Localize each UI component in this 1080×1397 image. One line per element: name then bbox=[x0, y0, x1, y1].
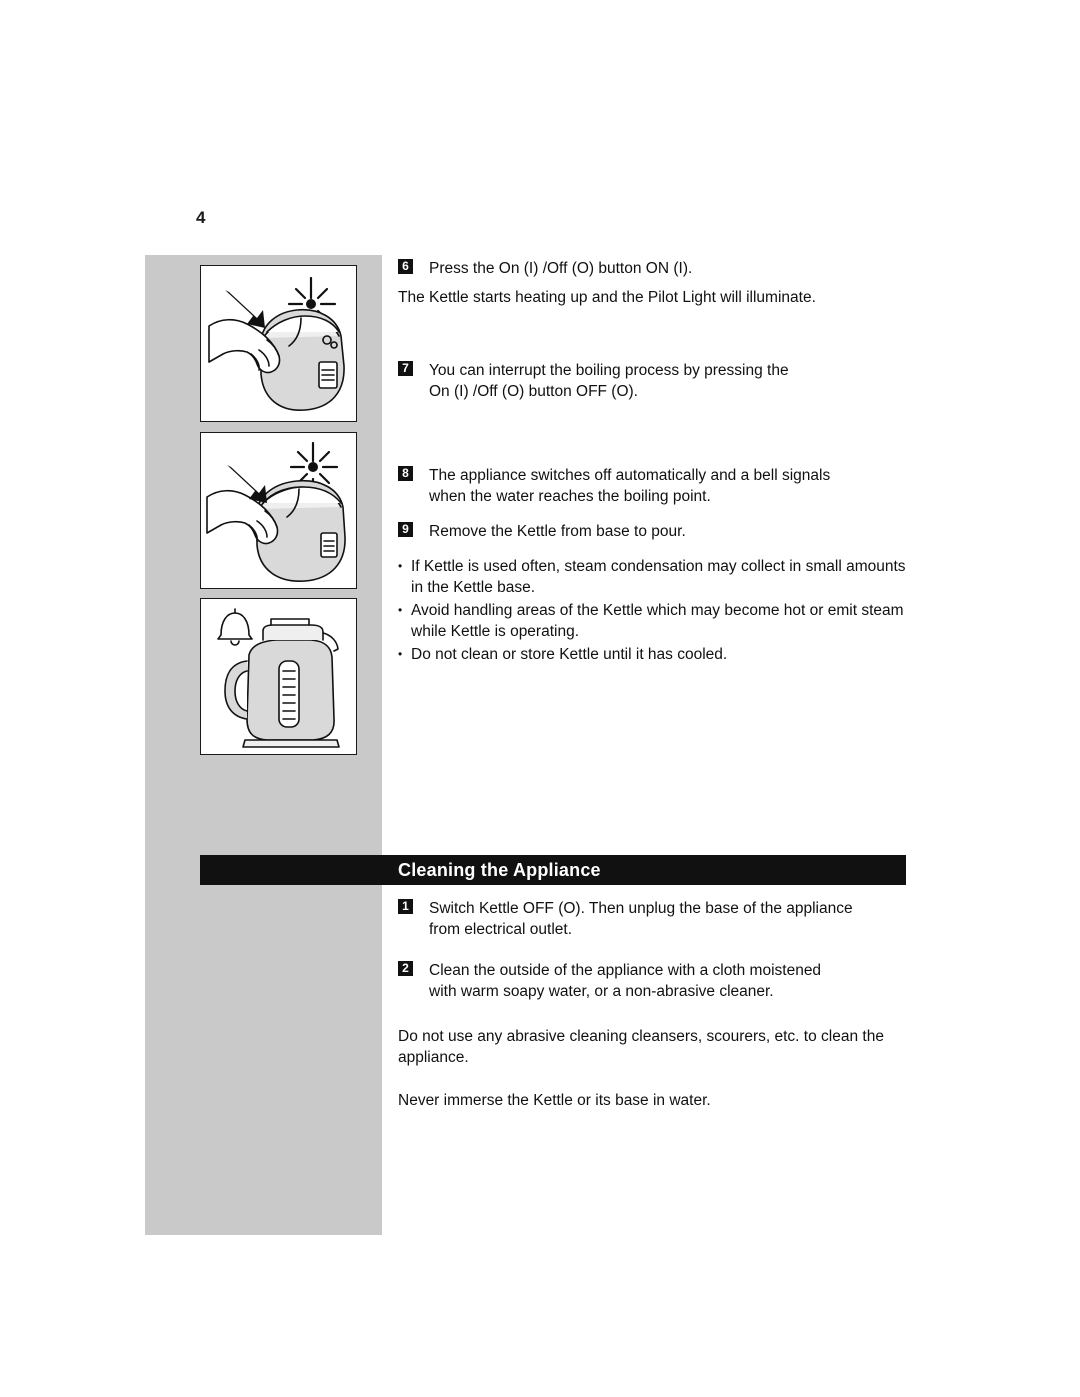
manual-page: 4 6 Press the On (I) /Off (O) button ON … bbox=[0, 0, 1080, 1397]
step-line: Switch Kettle OFF (O). Then unplug the b… bbox=[429, 900, 853, 917]
illustration-kettle-bell-auto-off bbox=[200, 598, 357, 755]
illustration-kettle-switch-off-press bbox=[200, 432, 357, 589]
step-9: 9 Remove the Kettle from base to pour. bbox=[398, 521, 918, 542]
step-number: 6 bbox=[398, 259, 413, 274]
cleaning-paragraph-1: Do not use any abrasive cleaning cleanse… bbox=[398, 1028, 884, 1066]
cleaning-step-1: 1 Switch Kettle OFF (O). Then unplug the… bbox=[398, 898, 918, 940]
step-6: 6 Press the On (I) /Off (O) button ON (I… bbox=[398, 258, 918, 279]
step-line: Remove the Kettle from base to pour. bbox=[429, 523, 686, 540]
cleaning-step-2: 2 Clean the outside of the appliance wit… bbox=[398, 960, 918, 1002]
list-item: Do not clean or store Kettle until it ha… bbox=[398, 644, 918, 665]
cleaning-paragraph-2: Never immerse the Kettle or its base in … bbox=[398, 1092, 711, 1109]
step-number: 9 bbox=[398, 522, 413, 537]
step-number: 2 bbox=[398, 961, 413, 976]
step-line: from electrical outlet. bbox=[429, 921, 572, 938]
page-number: 4 bbox=[196, 208, 206, 227]
step-line: when the water reaches the boiling point… bbox=[429, 488, 711, 505]
step-line: On (I) /Off (O) button OFF (O). bbox=[429, 383, 638, 400]
step-line: You can interrupt the boiling process by… bbox=[429, 362, 789, 379]
cleaning-instructions-column: 1 Switch Kettle OFF (O). Then unplug the… bbox=[398, 898, 918, 1111]
step-line: Clean the outside of the appliance with … bbox=[429, 962, 822, 979]
list-item: If Kettle is used often, steam condensat… bbox=[398, 556, 918, 598]
step-8: 8 The appliance switches off automatical… bbox=[398, 465, 918, 507]
note-after-step-6: The Kettle starts heating up and the Pil… bbox=[398, 289, 816, 306]
step-line: The appliance switches off automatically… bbox=[429, 467, 831, 484]
illustration-kettle-switch-on-press bbox=[200, 265, 357, 422]
step-number: 8 bbox=[398, 466, 413, 481]
section-title: Cleaning the Appliance bbox=[398, 860, 601, 880]
step-number: 1 bbox=[398, 899, 413, 914]
safety-bullet-list: If Kettle is used often, steam condensat… bbox=[398, 556, 918, 665]
list-item: Avoid handling areas of the Kettle which… bbox=[398, 600, 918, 642]
step-7: 7 You can interrupt the boiling process … bbox=[398, 360, 918, 402]
step-line: Press the On (I) /Off (O) button ON (I). bbox=[429, 260, 693, 277]
step-line: with warm soapy water, or a non-abrasive… bbox=[429, 983, 774, 1000]
step-number: 7 bbox=[398, 361, 413, 376]
instructions-column: 6 Press the On (I) /Off (O) button ON (I… bbox=[398, 258, 918, 667]
